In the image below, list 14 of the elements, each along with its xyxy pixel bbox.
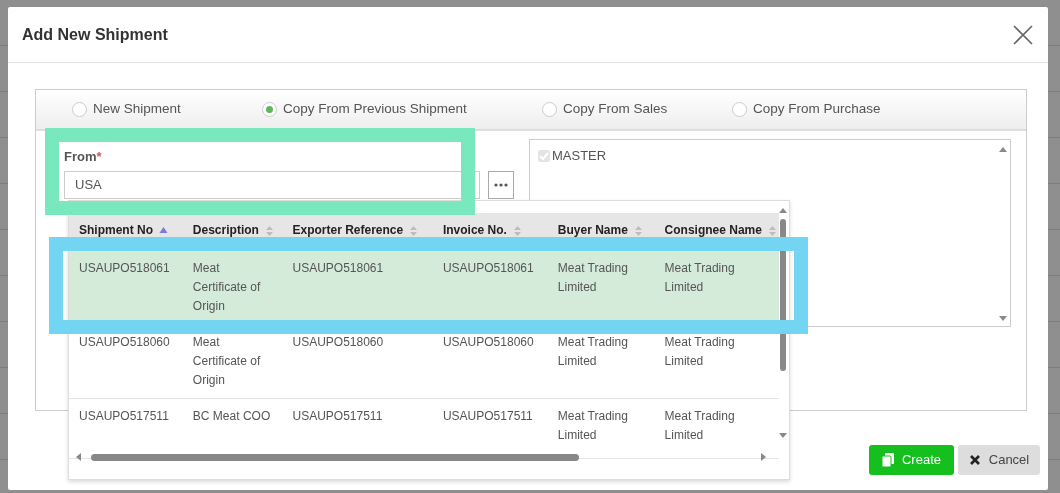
sort-icon[interactable] [767,224,777,237]
sort-icon[interactable] [264,224,274,237]
ellipsis-icon [494,183,508,188]
copy-icon [882,453,894,467]
from-field[interactable]: USA [64,170,480,199]
cancel-button[interactable]: Cancel [958,445,1040,475]
sort-icon[interactable] [409,224,419,237]
close-icon [968,454,981,466]
from-label: From* [64,148,103,166]
sort-icon[interactable] [633,224,643,237]
dialog-title: Add New Shipment [22,24,168,45]
more-button[interactable] [488,170,514,199]
sort-icon[interactable] [512,224,522,237]
close-icon[interactable] [1012,23,1034,46]
